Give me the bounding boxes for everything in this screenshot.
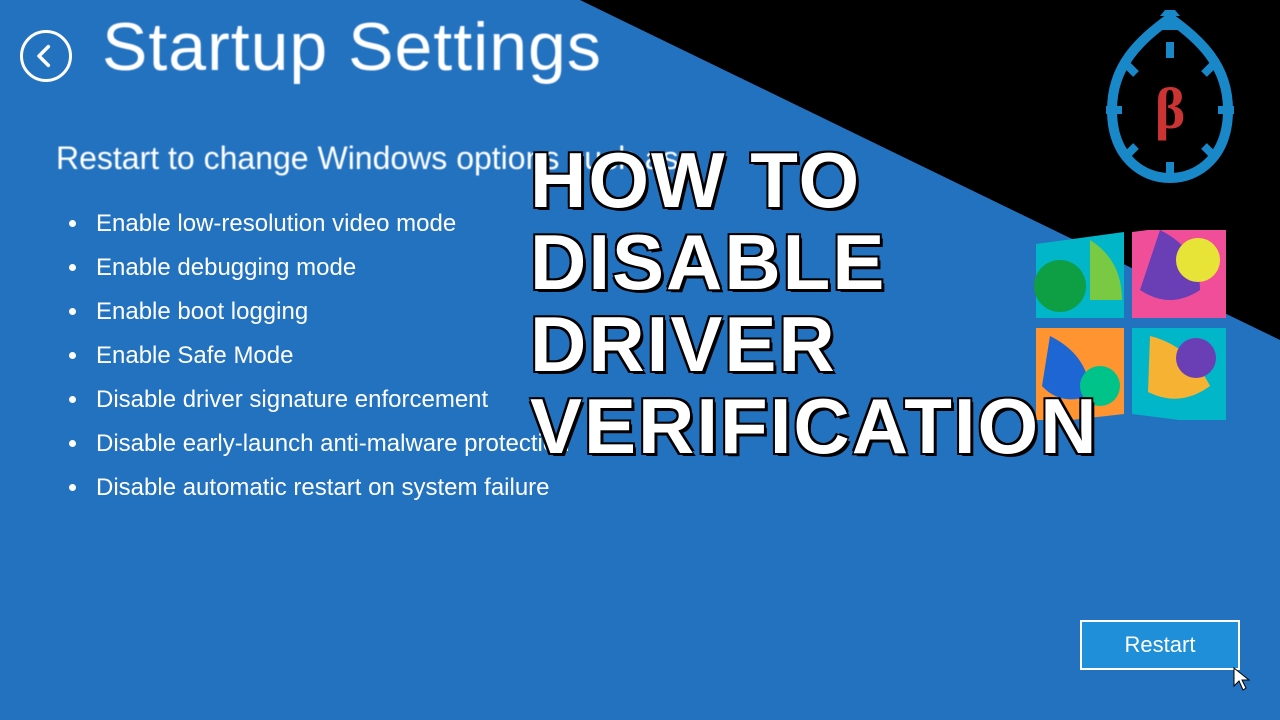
startup-settings-screen: Startup Settings Restart to change Windo…: [0, 0, 1280, 720]
list-item: Enable Safe Mode: [90, 342, 570, 370]
list-item: Enable boot logging: [90, 298, 570, 326]
back-button[interactable]: [20, 30, 72, 82]
list-item: Disable early-launch anti-malware protec…: [90, 430, 570, 458]
list-item: Disable automatic restart on system fail…: [90, 474, 570, 502]
restart-button[interactable]: Restart: [1080, 620, 1240, 670]
page-title: Startup Settings: [102, 8, 602, 86]
list-item: Disable driver signature enforcement: [90, 386, 570, 414]
thumbnail-headline: HOW TO DISABLE DRIVER VERIFICATION: [530, 140, 1099, 468]
beta-logo-icon: β: [1080, 10, 1260, 200]
headline-line: DRIVER: [530, 304, 1099, 386]
list-item: Enable low-resolution video mode: [90, 210, 570, 238]
options-list: Enable low-resolution video mode Enable …: [90, 210, 570, 518]
headline-line: HOW TO: [530, 140, 1099, 222]
header-row: Startup Settings: [20, 8, 602, 86]
beta-letter: β: [1155, 76, 1186, 141]
headline-line: DISABLE: [530, 222, 1099, 304]
headline-line: VERIFICATION: [530, 386, 1099, 468]
list-item: Enable debugging mode: [90, 254, 570, 282]
arrow-left-icon: [32, 42, 60, 70]
